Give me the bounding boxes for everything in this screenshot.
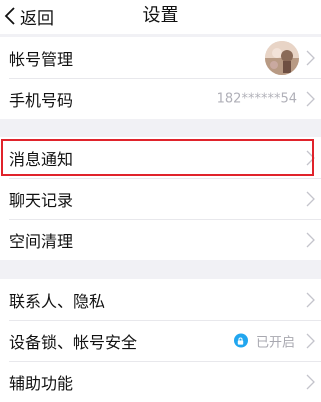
storage-cleanup-row[interactable]: 空间清理 [0,219,321,260]
avatar [265,40,299,75]
chevron-right-icon [306,150,315,165]
lock-icon [233,333,248,348]
storage-cleanup-label: 空间清理 [9,231,74,251]
account-management-row[interactable]: 帐号管理 [0,37,321,78]
chevron-right-icon [306,292,315,307]
message-notifications-row[interactable]: 消息通知 [0,137,321,178]
message-notifications-label: 消息通知 [9,149,74,169]
device-lock-status: 已开启 [233,331,295,350]
messages-group: 消息通知 聊天记录 空间清理 [0,137,321,260]
device-lock-row[interactable]: 设备锁、帐号安全 已开启 [0,320,321,361]
phone-number-value: 182******54 [216,91,297,106]
chevron-right-icon [306,333,315,348]
contacts-privacy-label: 联系人、隐私 [9,291,106,311]
device-lock-label: 设备锁、帐号安全 [9,332,138,352]
device-lock-status-text: 已开启 [255,335,295,350]
phone-number-label: 手机号码 [9,90,74,110]
contacts-privacy-row[interactable]: 联系人、隐私 [0,279,321,320]
chat-history-row[interactable]: 聊天记录 [0,178,321,219]
privacy-group: 联系人、隐私 设备锁、帐号安全 已开启 辅助功能 [0,279,321,402]
accessibility-row[interactable]: 辅助功能 [0,361,321,402]
navigation-bar: 返回 设置 [0,0,321,34]
chevron-right-icon [306,374,315,389]
accessibility-label: 辅助功能 [9,373,74,393]
chevron-right-icon [306,91,315,106]
account-group: 帐号管理 手机号码 182******54 [0,37,321,119]
chat-history-label: 聊天记录 [9,190,74,210]
chevron-right-icon [306,232,315,247]
chevron-right-icon [306,191,315,206]
phone-number-row[interactable]: 手机号码 182******54 [0,78,321,119]
chevron-right-icon [306,50,315,65]
page-title: 设置 [142,5,179,26]
account-management-label: 帐号管理 [9,49,74,69]
